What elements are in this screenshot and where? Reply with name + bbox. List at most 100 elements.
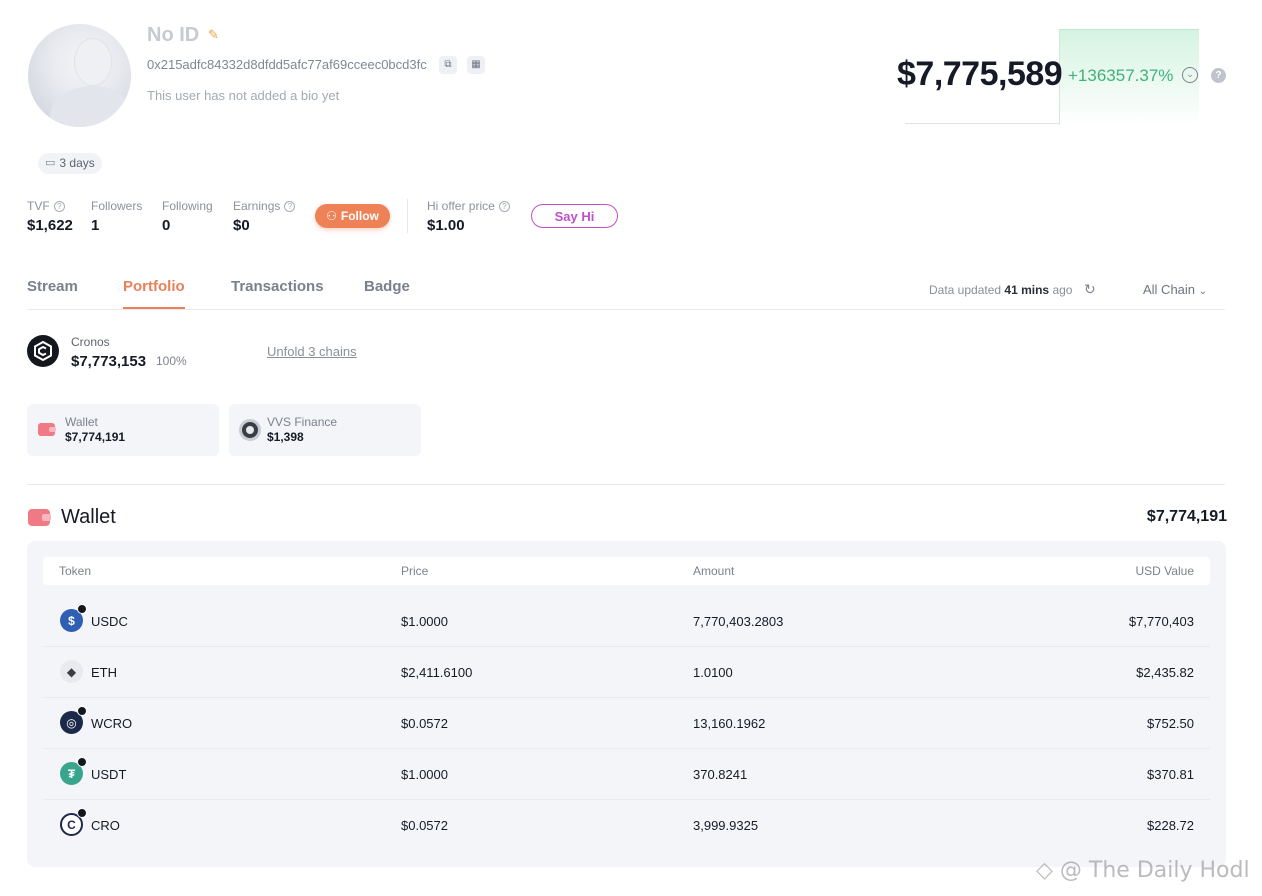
- stat-followers[interactable]: Followers 1: [91, 199, 142, 234]
- wallet-icon: [28, 509, 51, 526]
- token-symbol: WCRO: [91, 716, 133, 731]
- info-icon[interactable]: ?: [53, 200, 65, 212]
- token-price: $1.0000: [401, 767, 448, 782]
- token-usd-value: $7,770,403: [1128, 614, 1194, 629]
- token-symbol: CRO: [91, 818, 120, 833]
- stat-following-label: Following: [162, 199, 213, 213]
- wallet-address: 0x215adfc84332d8dfdd5afc77af69cceec0bcd3…: [147, 57, 427, 72]
- info-icon[interactable]: ?: [284, 200, 296, 212]
- cronos-chain-badge-icon: [77, 757, 87, 767]
- chain-name: Cronos: [71, 335, 110, 349]
- watermark: ◇ @ The Daily Hodl: [1036, 858, 1250, 883]
- stat-following[interactable]: Following 0: [162, 199, 213, 234]
- token-usd-value: $752.50: [1147, 716, 1194, 731]
- token-amount: 370.8241: [693, 767, 748, 782]
- column-header-price: Price: [401, 564, 429, 578]
- protocol-card-vvs-finance[interactable]: VVS Finance $1,398: [229, 404, 421, 456]
- stat-following-value: 0: [162, 217, 171, 234]
- wallet-section-title: Wallet: [61, 506, 116, 528]
- data-updated-text: Data updated 41 mins ago: [929, 283, 1073, 297]
- avatar: [28, 24, 131, 127]
- stat-followers-label: Followers: [91, 199, 143, 213]
- column-header-usd-value: USD Value: [1135, 564, 1194, 578]
- account-age-label: 3 days: [59, 156, 95, 170]
- stat-tvf: TVF? $1,622: [27, 199, 73, 234]
- chevron-down-icon[interactable]: ⌄: [1182, 67, 1198, 83]
- qr-code-icon[interactable]: ▦: [467, 56, 485, 74]
- say-hi-button[interactable]: Say Hi: [531, 204, 618, 228]
- edit-pencil-icon[interactable]: ✎: [208, 27, 219, 43]
- protocol-value: $1,398: [267, 430, 304, 444]
- stat-earnings: Earnings? $0: [233, 199, 296, 234]
- copy-icon[interactable]: ⧉: [439, 56, 457, 74]
- chain-value: $7,773,153: [71, 353, 147, 370]
- token-symbol: USDT: [91, 767, 127, 782]
- follow-button[interactable]: ⚇ Follow: [315, 204, 390, 228]
- chevron-down-icon: ⌄: [1198, 286, 1208, 297]
- chain-filter-dropdown[interactable]: All Chain ⌄: [1143, 282, 1207, 297]
- info-icon[interactable]: ?: [498, 200, 510, 212]
- token-amount: 3,999.9325: [693, 818, 759, 833]
- table-header: Token Price Amount USD Value: [43, 557, 1210, 585]
- protocol-value: $7,774,191: [65, 430, 126, 444]
- eth-token-icon: ◆: [60, 660, 83, 683]
- tab-stream[interactable]: Stream: [27, 278, 78, 309]
- help-icon[interactable]: ?: [1211, 68, 1226, 83]
- stat-followers-value: 1: [91, 217, 100, 234]
- watermark-logo-icon: ◇: [1036, 858, 1053, 883]
- net-worth-value: $7,775,589: [897, 55, 1063, 93]
- tab-badge[interactable]: Badge: [364, 278, 410, 309]
- token-amount: 13,160.1962: [693, 716, 766, 731]
- vvs-finance-icon: [239, 419, 261, 441]
- column-header-token: Token: [59, 564, 92, 578]
- user-icon: ⚇: [326, 209, 337, 223]
- stat-hi-offer-value: $1.00: [427, 217, 465, 234]
- table-row: ◆ ETH $2,411.6100 1.0100 $2,435.82: [43, 647, 1210, 698]
- stat-hi-offer-label: Hi offer price: [427, 199, 495, 213]
- cronos-logo-icon: [27, 335, 59, 367]
- user-bio: This user has not added a bio yet: [147, 88, 340, 103]
- protocol-name: Wallet: [65, 415, 98, 429]
- token-usd-value: $2,435.82: [1136, 665, 1194, 680]
- stat-earnings-label: Earnings: [233, 199, 281, 213]
- unfold-chains-link[interactable]: Unfold 3 chains: [267, 344, 357, 359]
- stats-divider: [407, 199, 408, 233]
- token-usd-value: $370.81: [1147, 767, 1194, 782]
- token-price: $1.0000: [401, 614, 448, 629]
- table-row: C CRO $0.0572 3,999.9325 $228.72: [43, 800, 1210, 851]
- tab-transactions[interactable]: Transactions: [231, 278, 324, 309]
- wallet-section-total: $7,774,191: [1146, 508, 1227, 525]
- token-symbol: ETH: [91, 665, 117, 680]
- refresh-icon[interactable]: ↻: [1084, 281, 1096, 298]
- account-age-badge: ▭ 3 days: [38, 153, 102, 174]
- token-price: $2,411.6100: [401, 665, 473, 680]
- chain-filter-label: All Chain: [1143, 282, 1196, 297]
- tab-portfolio[interactable]: Portfolio: [123, 278, 185, 309]
- cronos-chain-badge-icon: [77, 808, 87, 818]
- calendar-icon: ▭: [45, 157, 56, 169]
- tabs-divider: [27, 309, 1225, 310]
- wallet-icon: [38, 423, 56, 436]
- token-price: $0.0572: [401, 818, 448, 833]
- stat-earnings-value: $0: [233, 217, 250, 234]
- token-table: Token Price Amount USD Value $ USDC $1.0…: [27, 541, 1226, 867]
- follow-button-label: Follow: [340, 209, 379, 223]
- section-divider: [27, 484, 1225, 485]
- token-symbol: USDC: [91, 614, 128, 629]
- user-name: No ID: [147, 24, 200, 46]
- stat-hi-offer-price: Hi offer price? $1.00: [427, 199, 510, 234]
- protocol-name: VVS Finance: [267, 415, 338, 429]
- token-amount: 7,770,403.2803: [693, 614, 784, 629]
- table-row: ₮ USDT $1.0000 370.8241 $370.81: [43, 749, 1210, 800]
- stat-tvf-label: TVF: [27, 199, 50, 213]
- token-usd-value: $228.72: [1147, 818, 1194, 833]
- token-amount: 1.0100: [693, 665, 733, 680]
- table-row: ◎ WCRO $0.0572 13,160.1962 $752.50: [43, 698, 1210, 749]
- cronos-chain-badge-icon: [77, 706, 87, 716]
- token-price: $0.0572: [401, 716, 448, 731]
- chain-percent: 100%: [156, 354, 187, 368]
- column-header-amount: Amount: [693, 564, 735, 578]
- protocol-card-wallet[interactable]: Wallet $7,774,191: [27, 404, 219, 456]
- cronos-chain-badge-icon: [77, 604, 87, 614]
- net-worth-change: +136357.37%: [1068, 66, 1174, 85]
